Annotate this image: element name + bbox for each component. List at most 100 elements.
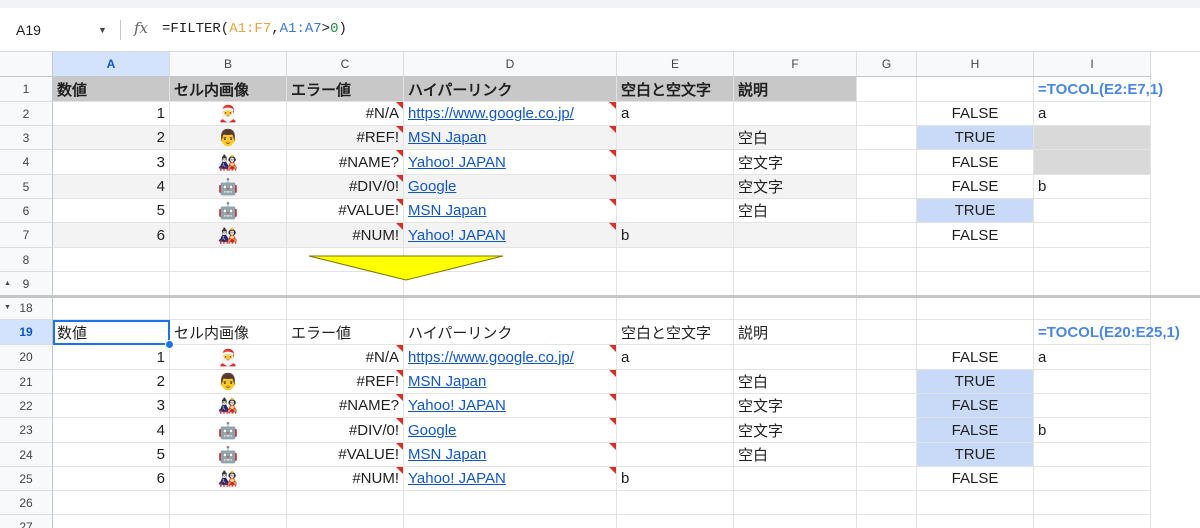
column-header-e[interactable]: E — [617, 52, 734, 77]
hyperlink-cell[interactable]: MSN Japan — [404, 443, 617, 467]
description-cell[interactable]: 空文字 — [734, 418, 857, 443]
number-cell[interactable]: 6 — [53, 223, 170, 248]
column-header-d[interactable]: D — [404, 52, 617, 77]
header-cell[interactable]: エラー値 — [287, 77, 404, 102]
blank-cell[interactable]: b — [617, 467, 734, 491]
description-cell[interactable]: 空白 — [734, 443, 857, 467]
chevron-down-icon[interactable]: ▼ — [98, 25, 112, 35]
number-cell[interactable]: 4 — [53, 175, 170, 199]
column-header-h[interactable]: H — [917, 52, 1034, 77]
error-cell[interactable]: #NUM! — [287, 223, 404, 248]
empty-cell[interactable] — [857, 248, 917, 272]
cell[interactable] — [857, 175, 917, 199]
empty-cell[interactable] — [857, 272, 917, 296]
empty-cell[interactable] — [1034, 296, 1151, 320]
column-header-g[interactable]: G — [857, 52, 917, 77]
boolean-cell[interactable]: FALSE — [917, 223, 1034, 248]
hyperlink[interactable]: Yahoo! JAPAN — [408, 154, 506, 171]
cell[interactable] — [857, 418, 917, 443]
row-header-6[interactable]: 6 — [0, 199, 53, 223]
header-cell[interactable]: エラー値 — [287, 320, 404, 345]
hyperlink-cell[interactable]: Yahoo! JAPAN — [404, 150, 617, 175]
hyperlink[interactable]: Google — [408, 178, 456, 195]
empty-cell[interactable] — [917, 491, 1034, 515]
description-cell[interactable]: 空白 — [734, 199, 857, 223]
header-cell[interactable]: 説明 — [734, 320, 857, 345]
hyperlink-cell[interactable]: Google — [404, 418, 617, 443]
boolean-cell[interactable]: TRUE — [917, 443, 1034, 467]
tocol-result-cell[interactable] — [1034, 370, 1151, 394]
row-header-18[interactable]: ▼ 18 — [0, 296, 53, 320]
error-cell[interactable]: #REF! — [287, 370, 404, 394]
description-cell[interactable]: 空文字 — [734, 175, 857, 199]
blank-cell[interactable] — [617, 175, 734, 199]
empty-cell[interactable] — [734, 515, 857, 528]
empty-cell[interactable] — [170, 272, 287, 296]
hyperlink[interactable]: MSN Japan — [408, 446, 486, 463]
blank-cell[interactable] — [617, 199, 734, 223]
blank-cell[interactable] — [617, 126, 734, 150]
hyperlink-cell[interactable]: Google — [404, 175, 617, 199]
boolean-cell[interactable]: FALSE — [917, 175, 1034, 199]
blank-cell[interactable]: b — [617, 223, 734, 248]
tocol-result-cell[interactable] — [1034, 199, 1151, 223]
empty-cell[interactable] — [287, 515, 404, 528]
number-cell[interactable]: 4 — [53, 418, 170, 443]
spreadsheet-grid[interactable]: ABCDEFGHI 1 2 3 4 5 6 7 8 ▲ 9 ▼ 18 19 20 21 22 23 24 25 26 2… — [0, 52, 1200, 528]
hyperlink[interactable]: https://www.google.co.jp/ — [408, 105, 574, 122]
hyperlink[interactable]: https://www.google.co.jp/ — [408, 349, 574, 366]
cell[interactable] — [857, 320, 917, 345]
cell[interactable] — [857, 345, 917, 370]
name-box[interactable]: A19 ▼ — [0, 8, 120, 51]
description-cell[interactable]: 空白 — [734, 126, 857, 150]
hyperlink[interactable]: MSN Japan — [408, 202, 486, 219]
image-cell[interactable]: 🎎 — [170, 223, 287, 248]
row-header-20[interactable]: 20 — [0, 345, 53, 370]
row-header-25[interactable]: 25 — [0, 467, 53, 491]
empty-cell[interactable] — [617, 272, 734, 296]
number-cell[interactable]: 5 — [53, 199, 170, 223]
image-cell[interactable]: 🎎 — [170, 394, 287, 418]
description-cell[interactable]: 空文字 — [734, 150, 857, 175]
hidden-rows-divider[interactable] — [0, 295, 1200, 298]
empty-cell[interactable] — [857, 515, 917, 528]
boolean-cell[interactable]: FALSE — [917, 467, 1034, 491]
empty-cell[interactable] — [1034, 491, 1151, 515]
error-cell[interactable]: #VALUE! — [287, 443, 404, 467]
error-cell[interactable]: #N/A — [287, 345, 404, 370]
header-cell[interactable]: 空白と空文字 — [617, 77, 734, 102]
number-cell[interactable]: 2 — [53, 126, 170, 150]
row-header-1[interactable]: 1 — [0, 77, 53, 102]
header-cell[interactable]: 数値 — [53, 77, 170, 102]
number-cell[interactable]: 5 — [53, 443, 170, 467]
hyperlink[interactable]: Yahoo! JAPAN — [408, 227, 506, 244]
tocol-result-cell[interactable] — [1034, 223, 1151, 248]
empty-cell[interactable] — [170, 515, 287, 528]
hyperlink[interactable]: MSN Japan — [408, 373, 486, 390]
error-cell[interactable]: #NAME? — [287, 394, 404, 418]
hyperlink[interactable]: MSN Japan — [408, 129, 486, 146]
image-cell[interactable]: 🎅 — [170, 102, 287, 126]
cell[interactable] — [857, 150, 917, 175]
tocol-result-cell[interactable]: a — [1034, 102, 1151, 126]
empty-cell[interactable] — [170, 248, 287, 272]
empty-cell[interactable] — [917, 296, 1034, 320]
tocol-result-cell[interactable] — [1034, 126, 1151, 150]
cell[interactable] — [857, 467, 917, 491]
boolean-cell[interactable]: FALSE — [917, 102, 1034, 126]
header-cell[interactable]: ハイパーリンク — [404, 320, 617, 345]
number-cell[interactable]: 3 — [53, 150, 170, 175]
image-cell[interactable]: 🤖 — [170, 175, 287, 199]
error-cell[interactable]: #REF! — [287, 126, 404, 150]
boolean-cell[interactable]: TRUE — [917, 199, 1034, 223]
boolean-cell[interactable]: FALSE — [917, 150, 1034, 175]
image-cell[interactable]: 🎅 — [170, 345, 287, 370]
select-all-corner[interactable] — [0, 52, 53, 77]
image-cell[interactable]: 🤖 — [170, 443, 287, 467]
image-cell[interactable]: 👨 — [170, 126, 287, 150]
tocol-result-cell[interactable] — [1034, 394, 1151, 418]
number-cell[interactable]: 6 — [53, 467, 170, 491]
blank-cell[interactable]: a — [617, 102, 734, 126]
empty-cell[interactable] — [287, 296, 404, 320]
description-cell[interactable] — [734, 467, 857, 491]
